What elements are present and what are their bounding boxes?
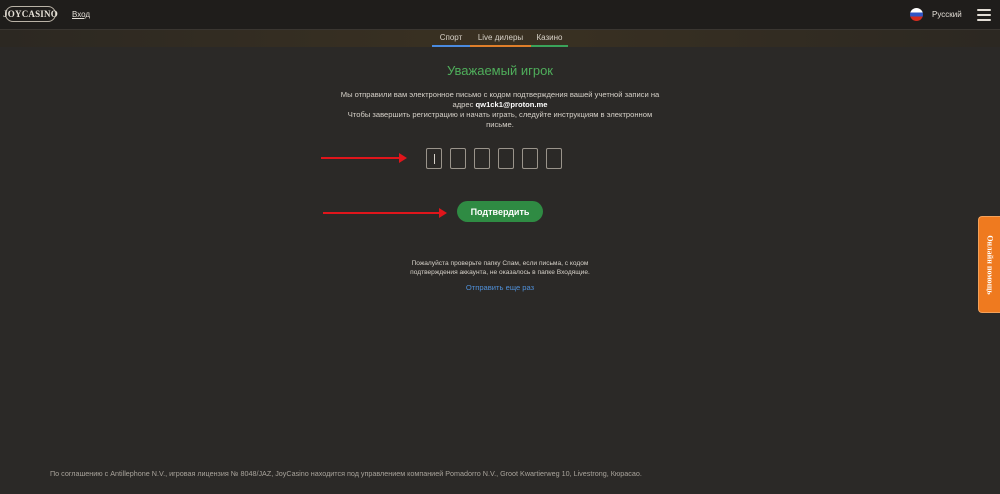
user-email: qw1ck1@proton.me (475, 100, 548, 109)
code-digit-input-1[interactable] (426, 148, 442, 169)
annotation-arrow-code (321, 153, 407, 163)
language-selector[interactable]: Русский (932, 10, 962, 19)
login-link[interactable]: Вход (72, 10, 90, 19)
page-title: Уважаемый игрок (447, 63, 553, 78)
license-footer: По соглашению с Antillephone N.V., игров… (50, 469, 642, 478)
confirm-button[interactable]: Подтвердить (457, 201, 543, 222)
tab-casino[interactable]: Казино (531, 33, 568, 47)
annotation-arrow-confirm (323, 208, 447, 218)
verification-message: Мы отправили вам электронное письмо с ко… (340, 90, 660, 130)
tab-live-dealers[interactable]: Live дилеры (470, 33, 531, 47)
section-tabs: Спорт Live дилеры Казино (432, 33, 568, 47)
message-part2: Чтобы завершить регистрацию и начать игр… (347, 110, 653, 129)
joycasino-logo[interactable]: JOYCASINO (3, 6, 58, 22)
spam-note: Пожалуйста проверьте папку Спам, если пи… (410, 260, 590, 276)
top-navbar: JOYCASINO Вход Русский (0, 0, 1000, 30)
code-digit-input-6[interactable] (546, 148, 562, 169)
code-digit-input-3[interactable] (474, 148, 490, 169)
russia-flag-icon[interactable] (910, 8, 923, 21)
resend-link[interactable]: Отправить еще раз (0, 283, 1000, 292)
hamburger-menu-icon[interactable] (977, 9, 991, 21)
online-help-label: Онлайн помощь (985, 234, 994, 295)
tab-sport[interactable]: Спорт (432, 33, 470, 47)
code-digit-input-2[interactable] (450, 148, 466, 169)
code-digit-input-5[interactable] (522, 148, 538, 169)
online-help-tab[interactable]: Онлайн помощь (978, 216, 1000, 313)
code-digit-input-4[interactable] (498, 148, 514, 169)
verification-code-inputs (426, 148, 570, 169)
